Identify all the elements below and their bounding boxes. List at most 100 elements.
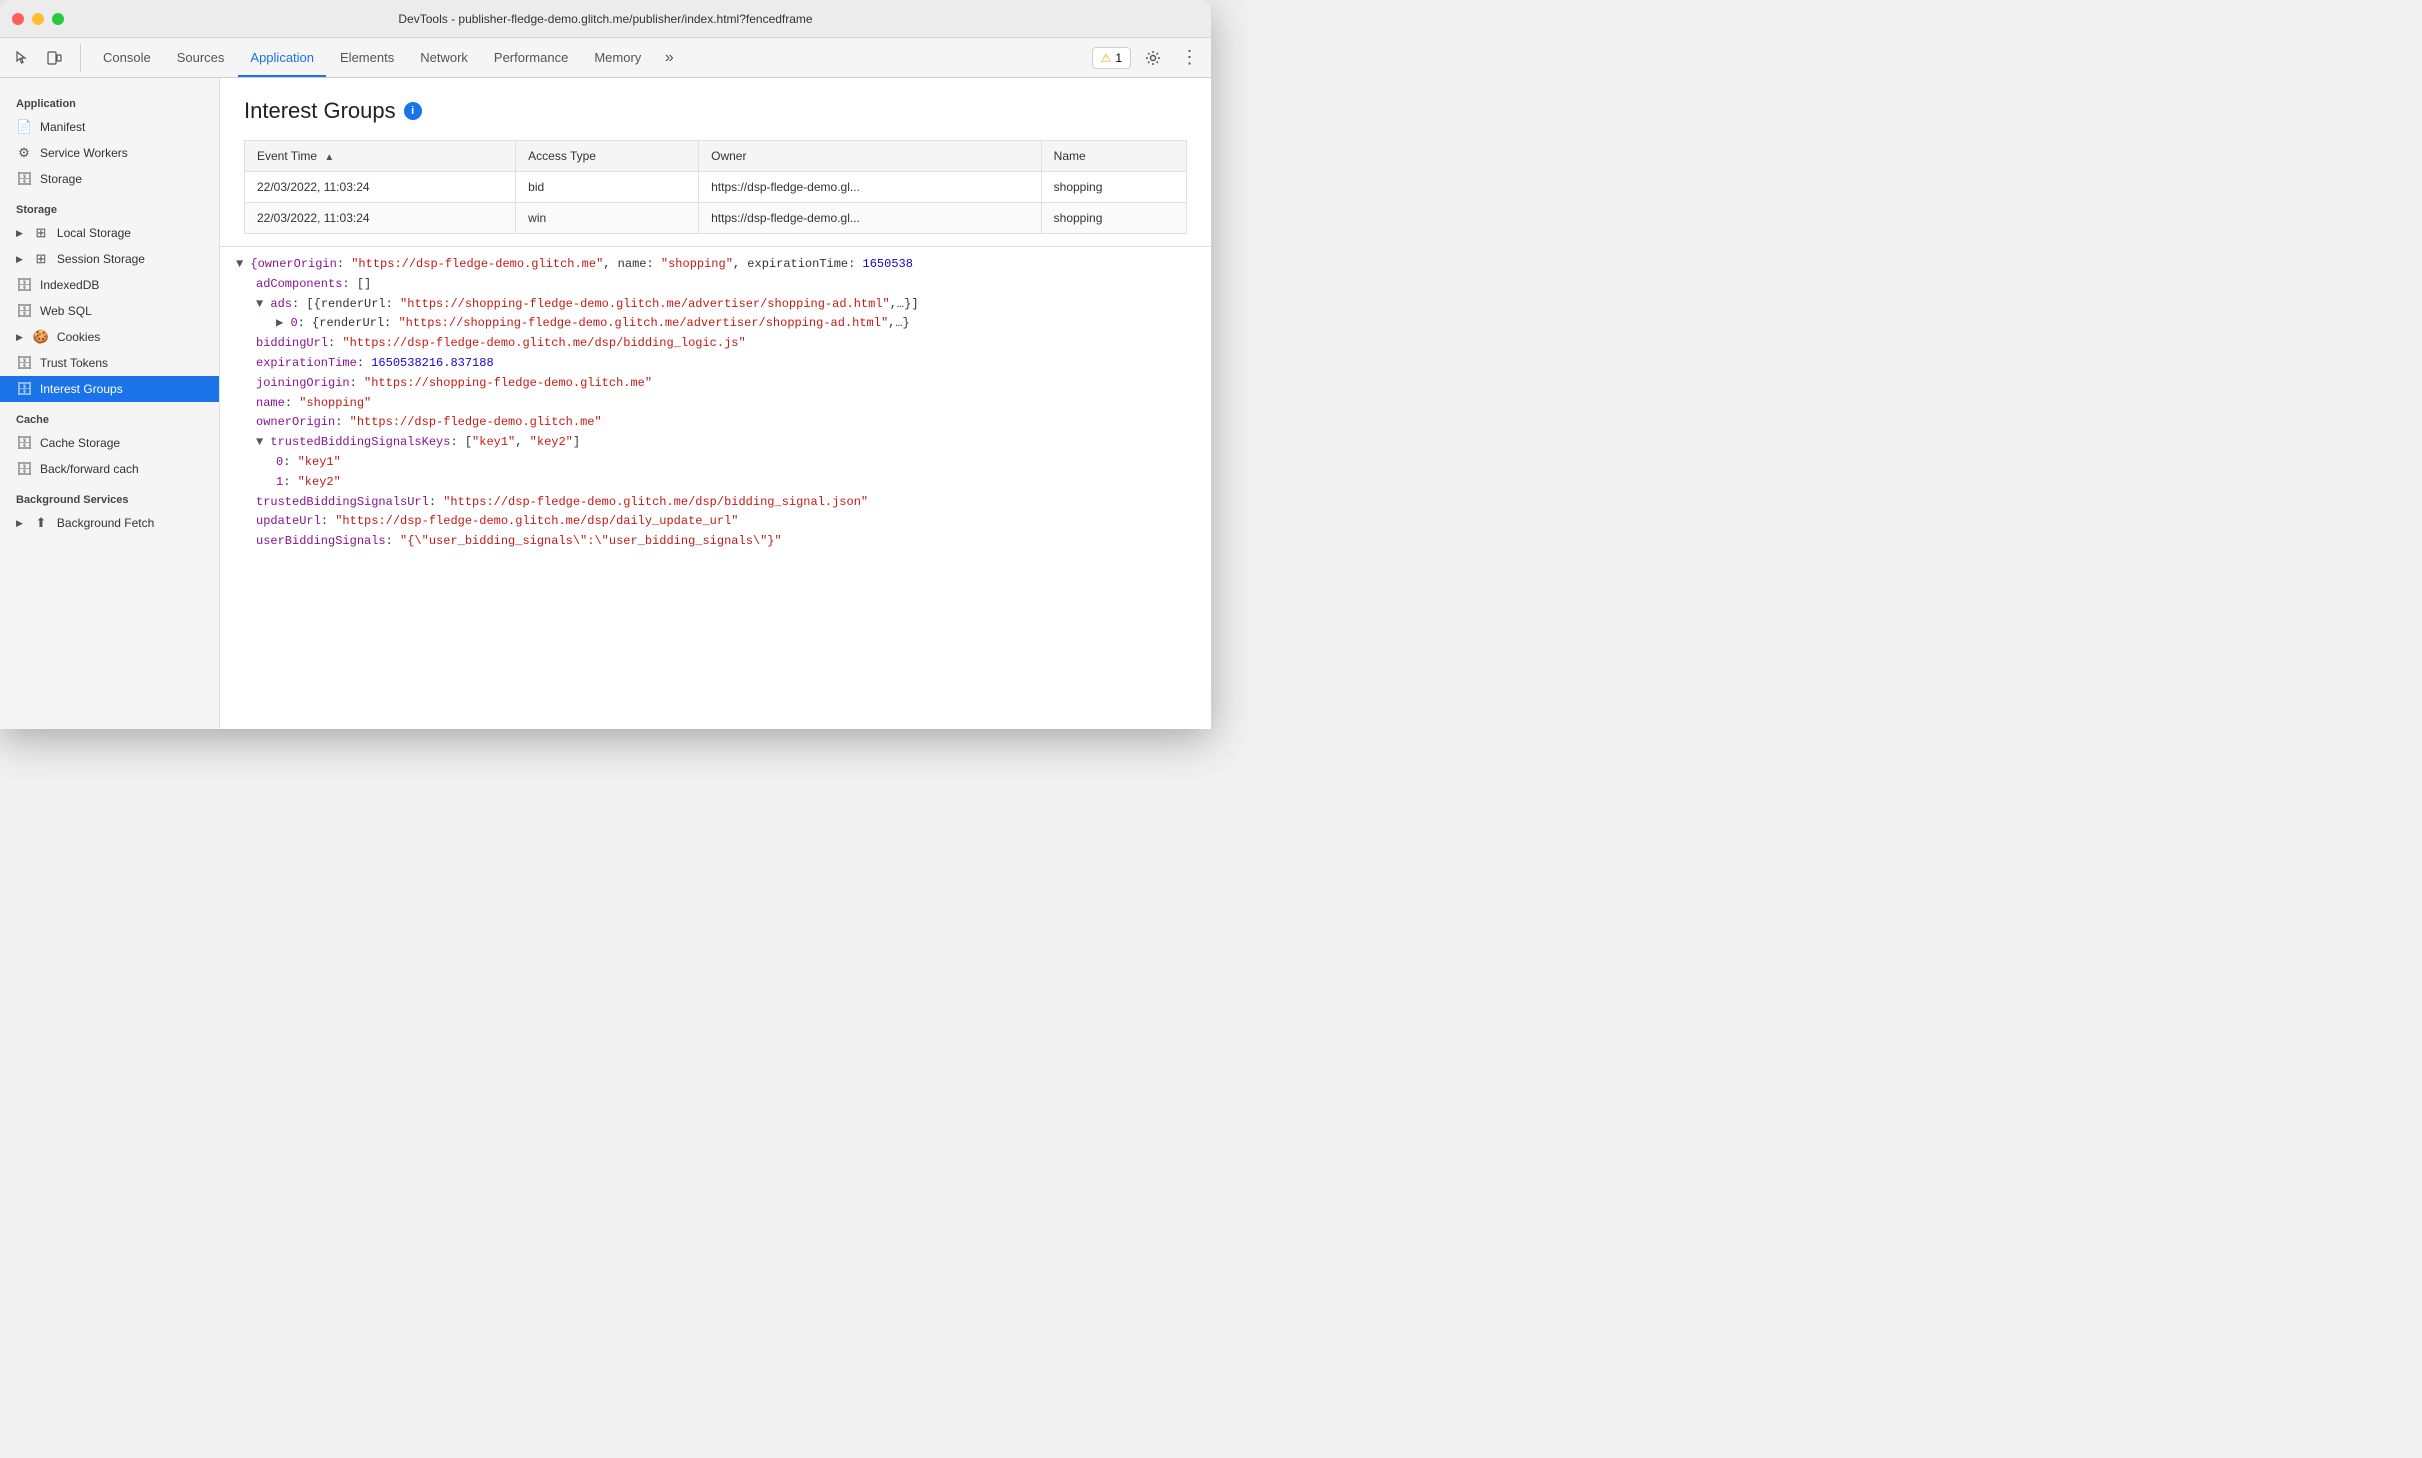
tab-sources[interactable]: Sources: [165, 40, 237, 76]
content-area: Interest Groups i Event Time ▲ Access Ty…: [220, 78, 1211, 729]
json-line: joiningOrigin: "https://shopping-fledge-…: [236, 374, 1195, 394]
window-title: DevTools - publisher-fledge-demo.glitch.…: [398, 12, 812, 26]
cell-access-type: win: [516, 203, 699, 234]
warning-icon: ⚠: [1101, 51, 1112, 65]
json-line: ownerOrigin: "https://dsp-fledge-demo.gl…: [236, 413, 1195, 433]
expand-ads-icon[interactable]: ▼: [256, 297, 270, 311]
json-line: ▼ ads: [{renderUrl: "https://shopping-fl…: [236, 295, 1195, 315]
page-title: Interest Groups: [244, 98, 396, 124]
settings-icon[interactable]: [1139, 44, 1167, 72]
background-fetch-icon: ⬆: [33, 515, 49, 531]
table-row[interactable]: 22/03/2022, 11:03:24 bid https://dsp-fle…: [245, 172, 1187, 203]
tab-elements[interactable]: Elements: [328, 40, 406, 76]
minimize-button[interactable]: [32, 13, 44, 25]
table-row[interactable]: 22/03/2022, 11:03:24 win https://dsp-fle…: [245, 203, 1187, 234]
tab-bar: Console Sources Application Elements Net…: [0, 38, 1211, 78]
ig-title-row: Interest Groups i: [244, 98, 1187, 124]
sidebar-item-cookies[interactable]: ▶ 🍪 Cookies: [0, 324, 219, 350]
sidebar-section-background: Background Services: [0, 482, 219, 510]
json-line: name: "shopping": [236, 394, 1195, 414]
tab-console[interactable]: Console: [91, 40, 163, 76]
collapse-icon[interactable]: ▼: [236, 257, 250, 271]
sidebar-item-indexeddb[interactable]: 🗄 IndexedDB: [0, 272, 219, 298]
service-workers-icon: ⚙: [16, 145, 32, 161]
col-owner[interactable]: Owner: [699, 141, 1042, 172]
expand-arrow-background-fetch: ▶: [16, 518, 23, 529]
sidebar-item-background-fetch[interactable]: ▶ ⬆ Background Fetch: [0, 510, 219, 536]
col-event-time[interactable]: Event Time ▲: [245, 141, 516, 172]
devtools-icons: [8, 44, 81, 72]
warning-count: 1: [1115, 51, 1122, 65]
cursor-icon[interactable]: [8, 44, 36, 72]
device-icon[interactable]: [40, 44, 68, 72]
json-line: trustedBiddingSignalsUrl: "https://dsp-f…: [236, 493, 1195, 513]
expand-0-icon[interactable]: ▶: [276, 316, 290, 330]
sidebar-item-storage-app[interactable]: 🗄 Storage: [0, 166, 219, 192]
interest-groups-icon: 🗄: [16, 381, 32, 397]
table-container: Event Time ▲ Access Type Owner Name: [244, 140, 1187, 234]
tab-bar-right: ⚠ 1 ⋮: [1092, 44, 1203, 72]
sidebar-item-interest-groups[interactable]: 🗄 Interest Groups: [0, 376, 219, 402]
sidebar-section-application: Application: [0, 86, 219, 114]
tab-network[interactable]: Network: [408, 40, 480, 76]
sidebar-item-web-sql[interactable]: 🗄 Web SQL: [0, 298, 219, 324]
session-storage-icon: ⊞: [33, 251, 49, 267]
interest-groups-panel: Interest Groups i Event Time ▲ Access Ty…: [220, 78, 1211, 234]
web-sql-icon: 🗄: [16, 303, 32, 319]
json-line: 1: "key2": [236, 473, 1195, 493]
maximize-button[interactable]: [52, 13, 64, 25]
traffic-lights: [12, 13, 64, 25]
cell-event-time: 22/03/2022, 11:03:24: [245, 203, 516, 234]
json-line: ▼ {ownerOrigin: "https://dsp-fledge-demo…: [236, 255, 1195, 275]
tab-performance[interactable]: Performance: [482, 40, 580, 76]
cell-name: shopping: [1041, 203, 1186, 234]
local-storage-icon: ⊞: [33, 225, 49, 241]
interest-groups-table: Event Time ▲ Access Type Owner Name: [244, 140, 1187, 234]
sidebar-item-local-storage[interactable]: ▶ ⊞ Local Storage: [0, 220, 219, 246]
manifest-icon: 📄: [16, 119, 32, 135]
col-name[interactable]: Name: [1041, 141, 1186, 172]
json-line: ▶ 0: {renderUrl: "https://shopping-fledg…: [236, 314, 1195, 334]
title-bar: DevTools - publisher-fledge-demo.glitch.…: [0, 0, 1211, 38]
close-button[interactable]: [12, 13, 24, 25]
indexeddb-icon: 🗄: [16, 277, 32, 293]
more-tabs-icon[interactable]: »: [655, 44, 683, 72]
cell-owner: https://dsp-fledge-demo.gl...: [699, 172, 1042, 203]
json-line: adComponents: []: [236, 275, 1195, 295]
expand-arrow-session-storage: ▶: [16, 254, 23, 265]
json-line: userBiddingSignals: "{\"user_bidding_sig…: [236, 532, 1195, 552]
warning-badge[interactable]: ⚠ 1: [1092, 47, 1131, 69]
tab-memory[interactable]: Memory: [582, 40, 653, 76]
json-line: ▼ trustedBiddingSignalsKeys: ["key1", "k…: [236, 433, 1195, 453]
main-content: Application 📄 Manifest ⚙ Service Workers…: [0, 78, 1211, 729]
json-line: expirationTime: 1650538216.837188: [236, 354, 1195, 374]
cookies-icon: 🍪: [33, 329, 49, 345]
back-forward-cache-icon: 🗄: [16, 461, 32, 477]
json-line: 0: "key1": [236, 453, 1195, 473]
col-access-type[interactable]: Access Type: [516, 141, 699, 172]
sidebar-item-trust-tokens[interactable]: 🗄 Trust Tokens: [0, 350, 219, 376]
sidebar-item-service-workers[interactable]: ⚙ Service Workers: [0, 140, 219, 166]
sidebar-item-manifest[interactable]: 📄 Manifest: [0, 114, 219, 140]
sidebar-item-back-forward-cache[interactable]: 🗄 Back/forward cach: [0, 456, 219, 482]
sidebar: Application 📄 Manifest ⚙ Service Workers…: [0, 78, 220, 729]
tab-application[interactable]: Application: [238, 40, 326, 76]
storage-app-icon: 🗄: [16, 171, 32, 187]
expand-arrow-cookies: ▶: [16, 332, 23, 343]
expand-arrow-local-storage: ▶: [16, 228, 23, 239]
cell-name: shopping: [1041, 172, 1186, 203]
expand-keys-icon[interactable]: ▼: [256, 435, 270, 449]
more-options-icon[interactable]: ⋮: [1175, 44, 1203, 72]
info-icon[interactable]: i: [404, 102, 422, 120]
cell-owner: https://dsp-fledge-demo.gl...: [699, 203, 1042, 234]
sort-arrow-icon: ▲: [324, 152, 334, 163]
json-line: biddingUrl: "https://dsp-fledge-demo.gli…: [236, 334, 1195, 354]
cache-storage-icon: 🗄: [16, 435, 32, 451]
sidebar-section-cache: Cache: [0, 402, 219, 430]
sidebar-item-session-storage[interactable]: ▶ ⊞ Session Storage: [0, 246, 219, 272]
sidebar-item-cache-storage[interactable]: 🗄 Cache Storage: [0, 430, 219, 456]
json-detail-panel: ▼ {ownerOrigin: "https://dsp-fledge-demo…: [220, 246, 1211, 729]
trust-tokens-icon: 🗄: [16, 355, 32, 371]
cell-event-time: 22/03/2022, 11:03:24: [245, 172, 516, 203]
json-line: updateUrl: "https://dsp-fledge-demo.glit…: [236, 512, 1195, 532]
